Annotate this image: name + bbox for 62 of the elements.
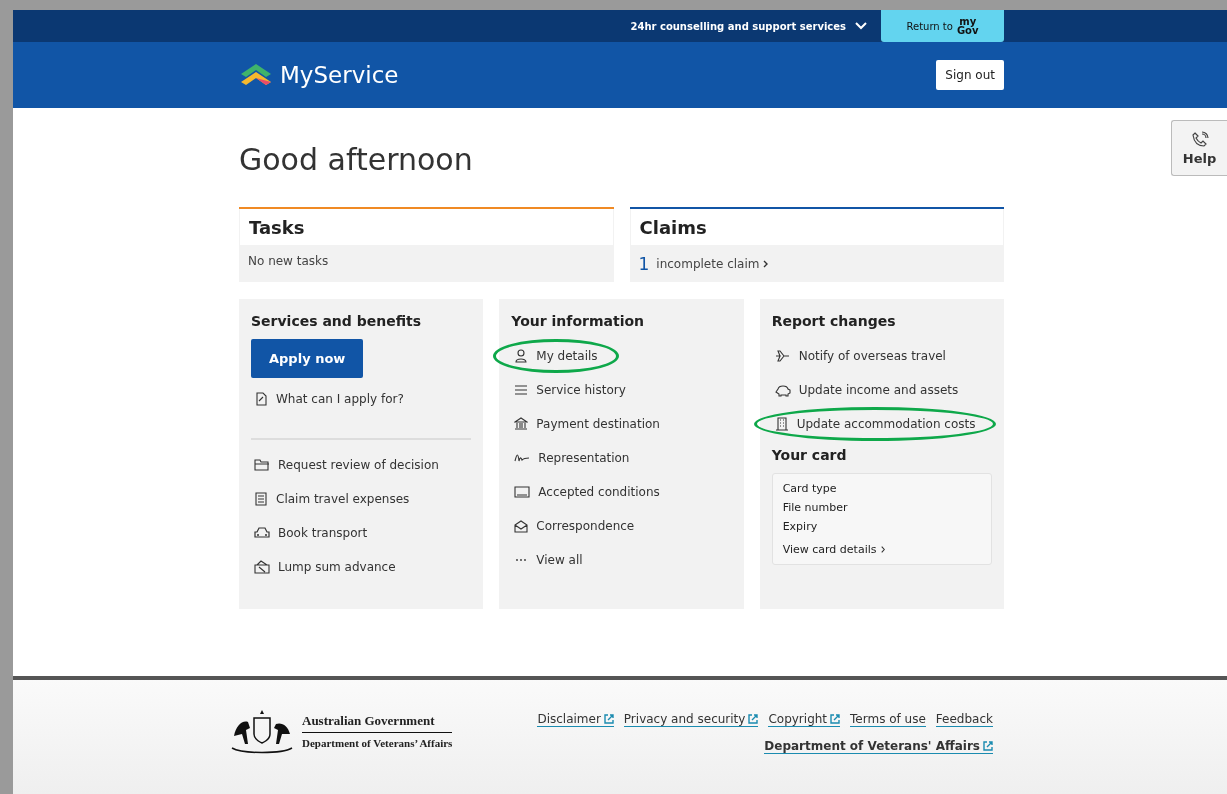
plane-icon (774, 349, 791, 363)
chevron-right-icon (763, 260, 769, 268)
footer-link[interactable]: Copyright (768, 712, 841, 727)
panel-heading: Services and benefits (251, 313, 422, 329)
view-card-details-link[interactable]: View card details (782, 543, 981, 556)
logo-text: MyService (280, 62, 399, 88)
report-link[interactable]: Update accommodation costs (753, 407, 997, 441)
bank-icon (514, 417, 529, 431)
footer-link[interactable]: Disclaimer (537, 712, 614, 727)
external-link-icon (830, 714, 841, 724)
external-link-icon (983, 741, 993, 751)
service-link[interactable]: Lump sum advance (243, 550, 407, 584)
service-link[interactable]: What can I apply for? (243, 382, 415, 416)
logo-icon (239, 62, 273, 88)
card-field-label: Card type (782, 482, 838, 495)
phone-icon (1190, 130, 1209, 149)
support-services-link[interactable]: 24hr counselling and support services (630, 20, 867, 32)
report-link[interactable]: Update income and assets (763, 373, 970, 407)
claims-title: Claims (639, 217, 707, 238)
building-icon (774, 417, 789, 431)
information-link[interactable]: Representation (503, 441, 641, 475)
apply-now-button[interactable]: Apply now (251, 339, 364, 378)
list-icon (514, 383, 529, 397)
information-link[interactable]: My details (493, 339, 619, 373)
car-icon (254, 526, 270, 540)
window-icon (514, 485, 531, 499)
chevron-right-icon (880, 546, 885, 553)
tasks-title: Tasks (249, 217, 305, 238)
external-link-icon (603, 714, 614, 724)
help-button[interactable]: Help (1171, 120, 1227, 176)
folder-icon (254, 458, 270, 472)
receipt-icon (254, 492, 268, 506)
incomplete-claim-link[interactable]: incomplete claim (656, 257, 769, 271)
service-link[interactable]: Request review of decision (243, 448, 450, 482)
panel-heading: Report changes (771, 313, 896, 329)
card-field-label: File number (782, 501, 849, 514)
external-link-icon (748, 714, 759, 724)
information-link[interactable]: Service history (503, 373, 637, 407)
information-link[interactable]: View all (503, 543, 594, 577)
footer-link[interactable]: Feedback (935, 712, 993, 727)
report-link[interactable]: Notify of overseas travel (763, 339, 957, 373)
information-link[interactable]: Correspondence (503, 509, 646, 543)
service-link[interactable]: Book transport (243, 516, 379, 550)
footer-link[interactable]: Privacy and security (623, 712, 759, 727)
card-field-label: Expiry (782, 520, 819, 533)
tasks-text: No new tasks (248, 254, 329, 268)
government-name: Australian Government (302, 713, 453, 733)
greeting-heading: Good afternoon (239, 142, 474, 177)
panel-heading: Your information (511, 313, 645, 329)
chevron-down-icon (855, 22, 867, 30)
document-icon (254, 392, 268, 406)
claim-count: 1 (638, 254, 650, 274)
panel-heading: Your card (771, 447, 847, 463)
information-link[interactable]: Payment destination (503, 407, 671, 441)
envelope-icon (514, 519, 529, 533)
sign-out-button[interactable]: Sign out (936, 60, 1004, 90)
department-link[interactable]: Department of Veterans' Affairs (764, 739, 993, 754)
information-link[interactable]: Accepted conditions (503, 475, 671, 509)
person-icon (514, 349, 529, 363)
department-name: Department of Veterans’ Affairs (302, 736, 453, 749)
service-link[interactable]: Claim travel expenses (243, 482, 421, 516)
footer-link[interactable]: Terms of use (850, 712, 926, 727)
